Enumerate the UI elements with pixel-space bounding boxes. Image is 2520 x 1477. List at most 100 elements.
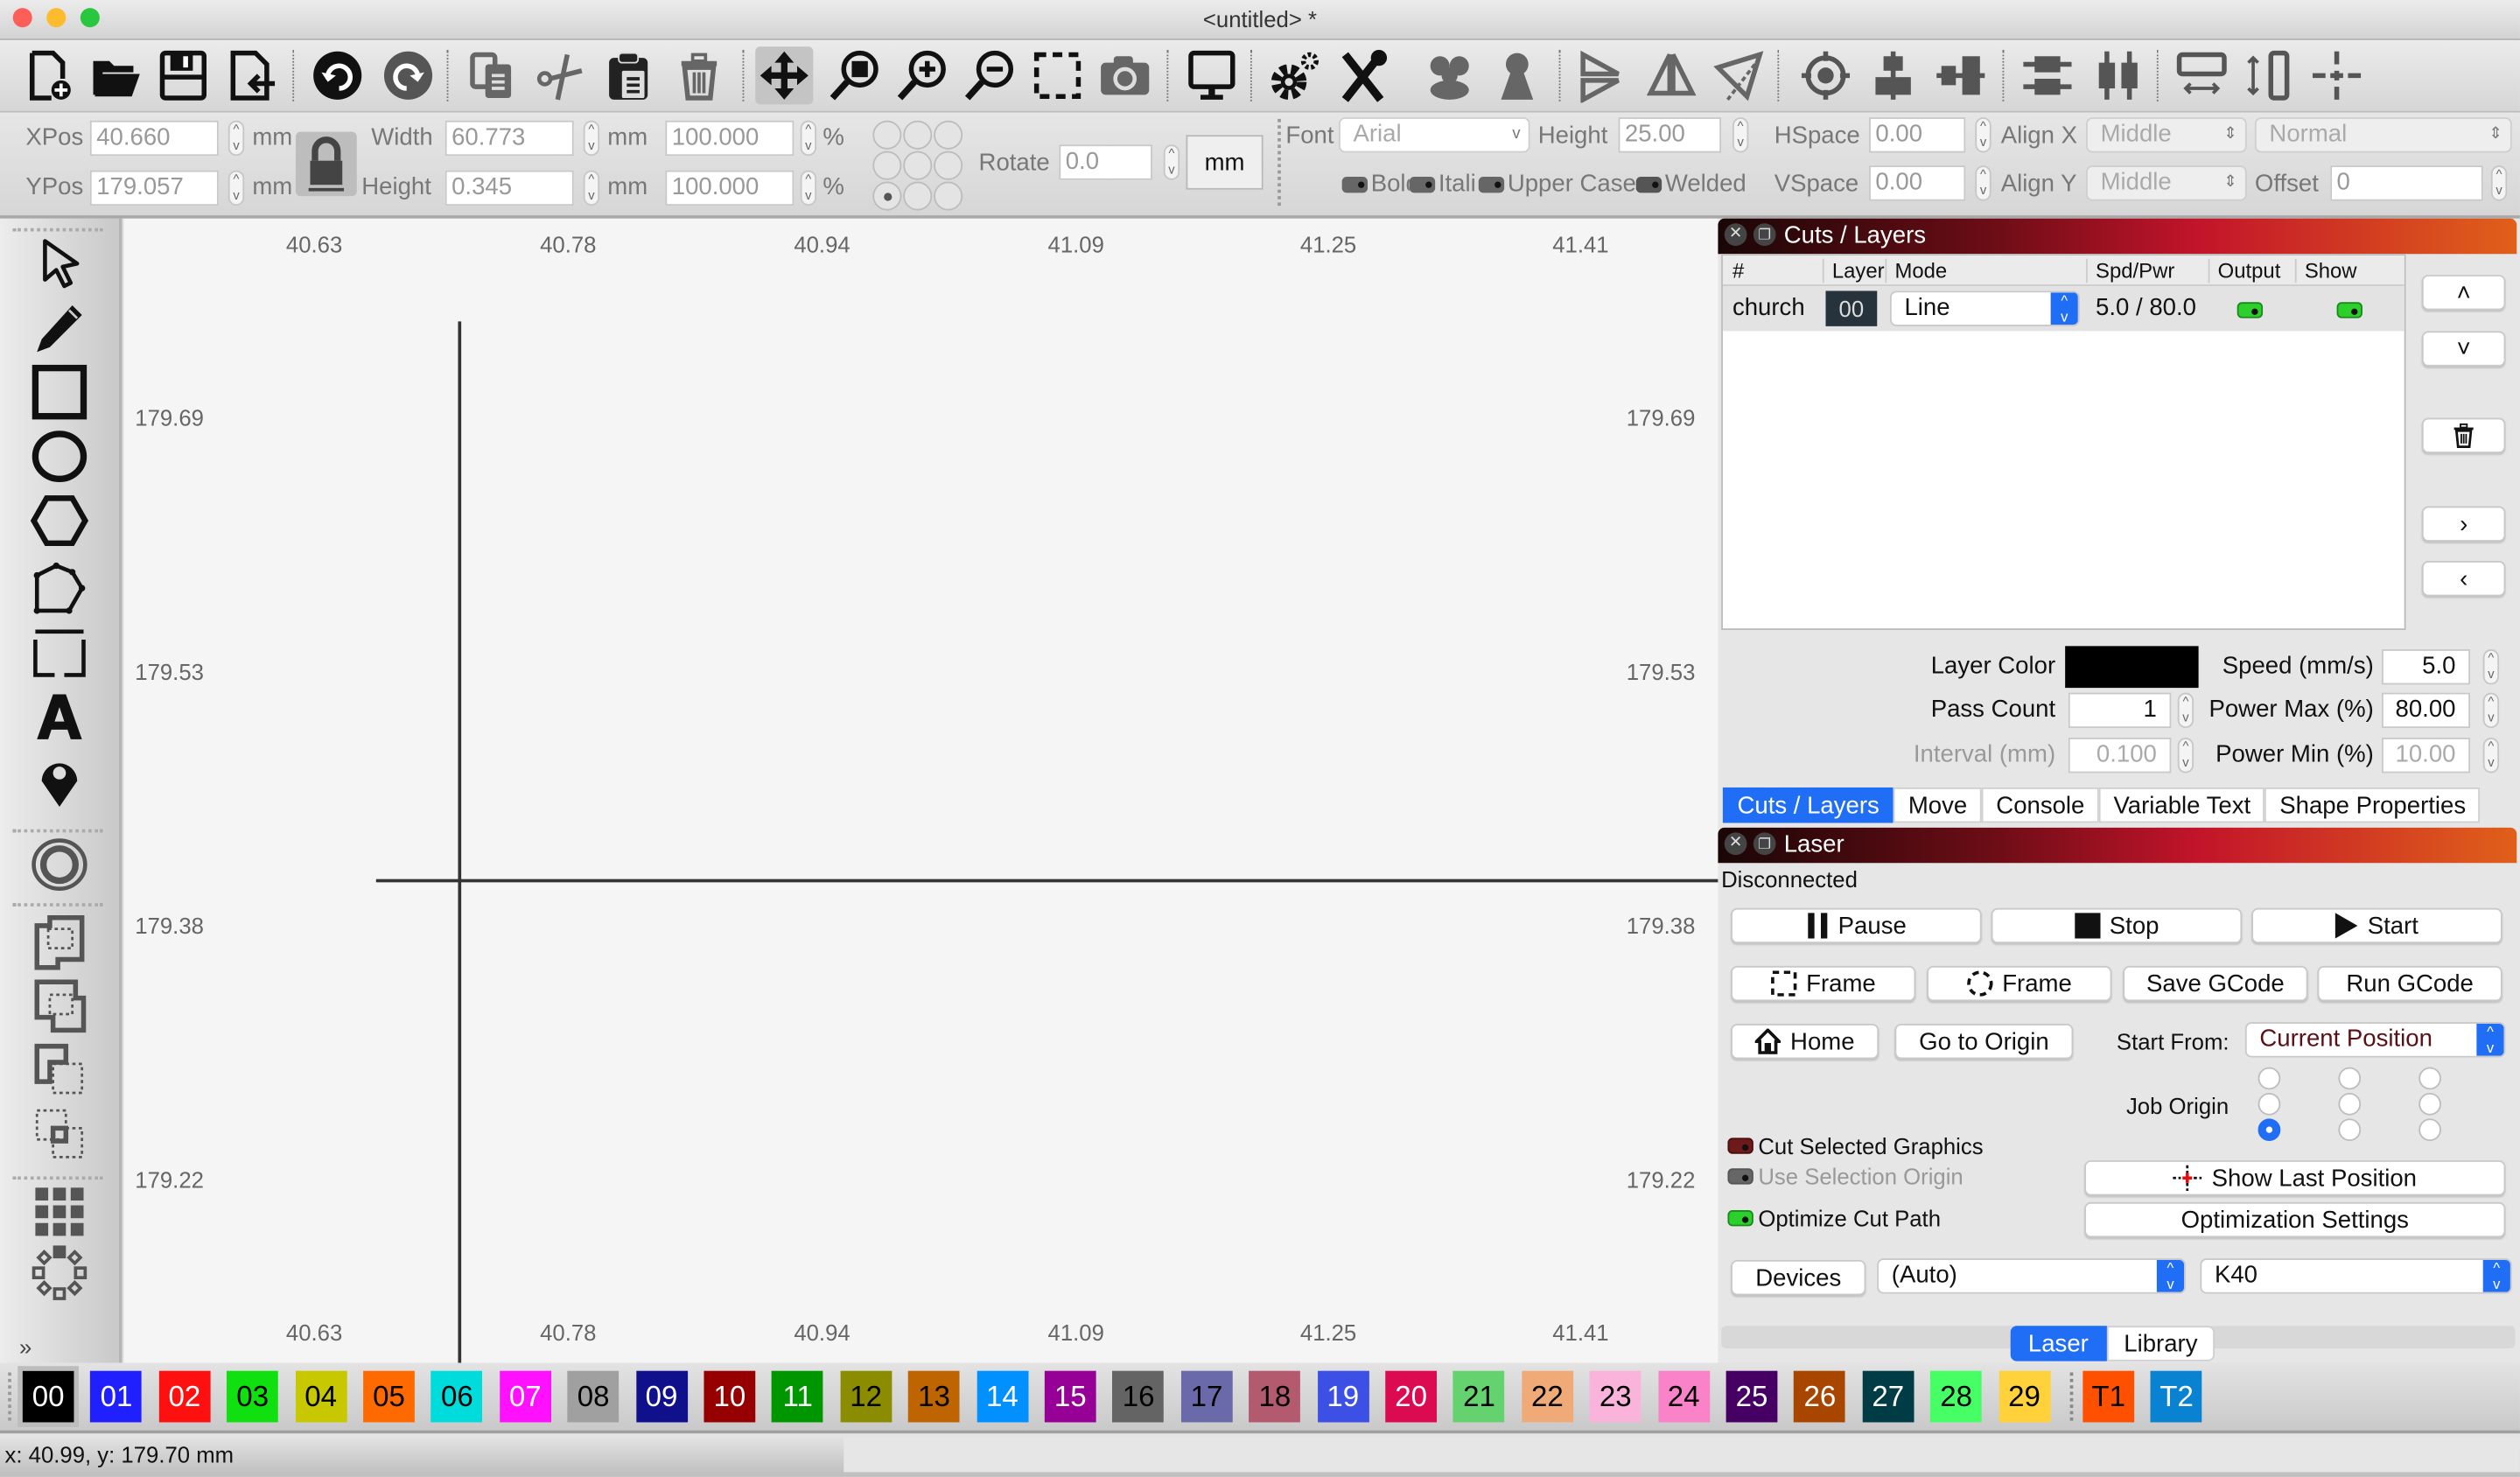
anchor-point-radio[interactable] <box>872 181 902 211</box>
boolean-union-icon[interactable] <box>27 977 91 1035</box>
cut-icon[interactable] <box>530 46 588 104</box>
horizontal-line-shape[interactable] <box>375 878 1718 883</box>
interval-spinner[interactable]: ^ v <box>2177 738 2194 774</box>
zoom-out-icon[interactable] <box>961 46 1018 104</box>
tab-laser[interactable]: Laser <box>2010 1326 2107 1362</box>
anchor-point-radio[interactable] <box>934 120 963 150</box>
optimize-cut-path-toggle[interactable] <box>1727 1210 1754 1227</box>
speed-input[interactable]: 5.0 <box>2381 649 2471 685</box>
expand-toolbox-icon[interactable]: » <box>19 1334 32 1359</box>
zoom-in-icon[interactable] <box>893 46 951 104</box>
palette-swatch-03[interactable]: 03 <box>227 1370 279 1423</box>
width-percent-spinner[interactable]: ^ v <box>800 120 817 157</box>
save-icon[interactable] <box>154 46 212 104</box>
settings-icon[interactable] <box>1266 46 1324 104</box>
height-spinner[interactable]: ^ v <box>583 170 600 206</box>
palette-swatch-00[interactable]: 00 <box>18 1366 79 1427</box>
job-origin-radio[interactable] <box>2258 1118 2281 1142</box>
select-tool-icon[interactable] <box>27 234 91 292</box>
table-row[interactable]: church 00 Line ^ v 5.0 / 80.0 <box>1722 285 2404 332</box>
import-icon[interactable] <box>221 46 279 104</box>
tab-cuts-layers[interactable]: Cuts / Layers <box>1722 787 1894 823</box>
optimization-settings-button[interactable]: Optimization Settings <box>2084 1201 2506 1238</box>
palette-swatch-01[interactable]: 01 <box>90 1370 143 1423</box>
delete-layer-button[interactable] <box>2421 417 2506 453</box>
vspace-input[interactable]: 0.00 <box>1869 165 1966 201</box>
job-origin-radio[interactable] <box>2418 1118 2441 1142</box>
text-height-input[interactable]: 25.00 <box>1618 117 1722 153</box>
weld-shapes-icon[interactable] <box>27 913 91 970</box>
anchor-point-radio[interactable] <box>872 150 902 180</box>
align-center-vertical-icon[interactable] <box>1865 46 1922 104</box>
design-canvas[interactable]: 40.63 40.63 40.78 40.78 40.94 40.94 41.09 41.09… <box>122 218 1718 1363</box>
open-folder-icon[interactable] <box>87 46 144 104</box>
offset-shapes-icon[interactable] <box>27 836 91 893</box>
show-last-position-button[interactable]: Show Last Position <box>2084 1160 2506 1196</box>
palette-swatch-28[interactable]: 28 <box>1930 1370 1982 1423</box>
pass-count-input[interactable]: 1 <box>2068 692 2172 729</box>
hspace-input[interactable]: 0.00 <box>1869 117 1966 153</box>
layer-color-swatch[interactable] <box>2065 646 2199 689</box>
height-input[interactable]: 0.345 <box>444 170 574 206</box>
stop-button[interactable]: Stop <box>1991 907 2243 944</box>
ungroup-icon[interactable] <box>1488 46 1546 104</box>
show-toggle[interactable] <box>2336 302 2362 318</box>
palette-swatch-t1[interactable]: T1 <box>2082 1370 2135 1423</box>
ellipse-tool-icon[interactable] <box>27 428 91 486</box>
job-origin-radio[interactable] <box>2258 1092 2281 1116</box>
monitor-icon[interactable] <box>1183 46 1241 104</box>
power-min-spinner[interactable]: ^ v <box>2482 738 2500 774</box>
palette-swatch-11[interactable]: 11 <box>772 1370 824 1423</box>
palette-swatch-13[interactable]: 13 <box>908 1370 960 1423</box>
upper-case-toggle[interactable] <box>1478 177 1505 193</box>
frame-rect-button[interactable]: Frame <box>1731 965 1916 1002</box>
job-origin-radio[interactable] <box>2418 1067 2441 1090</box>
palette-swatch-22[interactable]: 22 <box>1521 1370 1573 1423</box>
zoom-to-page-icon[interactable] <box>826 46 884 104</box>
rotate-icon[interactable] <box>1710 46 1768 104</box>
hspace-spinner[interactable]: ^ v <box>1975 117 1992 153</box>
italic-toggle[interactable] <box>1409 177 1436 193</box>
output-toggle[interactable] <box>2236 302 2264 318</box>
job-origin-radio[interactable] <box>2338 1118 2362 1142</box>
power-max-input[interactable]: 80.00 <box>2381 692 2471 729</box>
palette-swatch-04[interactable]: 04 <box>295 1370 346 1423</box>
grid-array-icon[interactable] <box>27 1183 91 1241</box>
palette-swatch-16[interactable]: 16 <box>1112 1370 1165 1423</box>
device-select[interactable]: K40 ^ v <box>2200 1258 2512 1294</box>
paste-icon[interactable] <box>599 46 657 104</box>
pause-button[interactable]: Pause <box>1731 907 1982 944</box>
mirror-vertical-icon[interactable] <box>1642 46 1700 104</box>
frame-circle-button[interactable]: Frame <box>1927 965 2112 1002</box>
float-panel-icon[interactable]: ❐ <box>1753 223 1776 247</box>
mirror-horizontal-icon[interactable] <box>1572 46 1629 104</box>
edit-nodes-tool-icon[interactable] <box>27 559 91 617</box>
palette-swatch-25[interactable]: 25 <box>1726 1370 1778 1423</box>
anchor-point-radio[interactable] <box>872 120 902 150</box>
width-percent-input[interactable]: 100.000 <box>665 120 794 157</box>
port-select[interactable]: (Auto) ^ v <box>1877 1258 2186 1294</box>
distribute-horizontal-icon[interactable] <box>2173 46 2230 104</box>
run-gcode-button[interactable]: Run GCode <box>2317 965 2502 1002</box>
palette-swatch-29[interactable]: 29 <box>1998 1370 2050 1423</box>
align-center-icon[interactable] <box>1796 46 1854 104</box>
palette-swatch-10[interactable]: 10 <box>704 1370 756 1423</box>
move-layer-up-button[interactable]: ˄ <box>2421 275 2506 311</box>
palette-swatch-08[interactable]: 08 <box>567 1370 620 1423</box>
delete-icon[interactable] <box>670 46 728 104</box>
rectangle-tool-icon[interactable] <box>27 363 91 421</box>
tab-move[interactable]: Move <box>1894 787 1982 823</box>
new-file-icon[interactable] <box>19 46 77 104</box>
save-gcode-button[interactable]: Save GCode <box>2123 965 2308 1002</box>
ypos-input[interactable]: 179.057 <box>89 170 219 206</box>
vertical-line-shape[interactable] <box>458 321 462 1363</box>
anchor-point-radio[interactable] <box>934 150 963 180</box>
power-min-input[interactable]: 10.00 <box>2381 738 2471 774</box>
anchor-point-radio[interactable] <box>903 150 933 180</box>
align-left-right-icon[interactable] <box>2090 46 2147 104</box>
close-panel-icon[interactable]: ✕ <box>1724 223 1747 247</box>
speed-spinner[interactable]: ^ v <box>2482 649 2500 685</box>
align-center-horizontal-icon[interactable] <box>1932 46 1990 104</box>
xpos-spinner[interactable]: ^ v <box>228 120 245 157</box>
lock-aspect-button[interactable] <box>295 131 357 197</box>
